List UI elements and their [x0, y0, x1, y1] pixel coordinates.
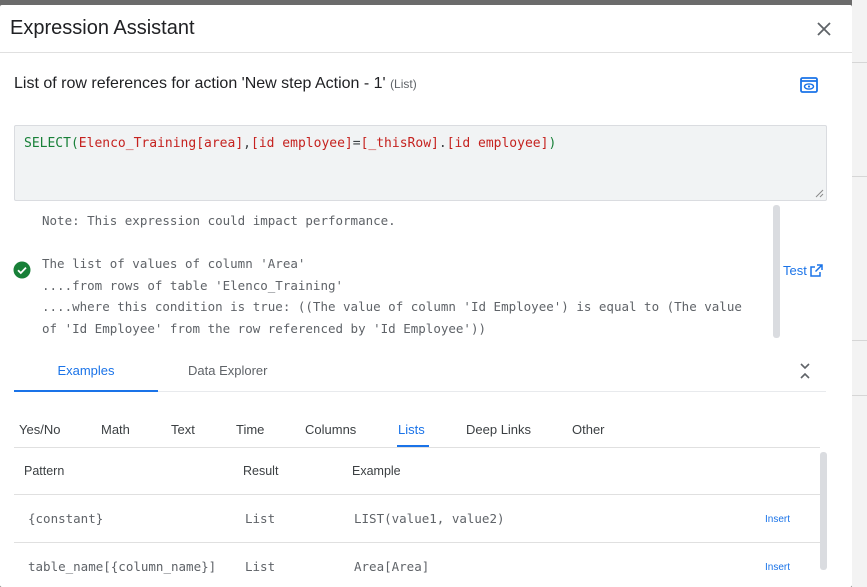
- category-lists[interactable]: Lists: [398, 422, 425, 437]
- table-row: {constant} List LIST(value1, value2) Ins…: [14, 495, 820, 543]
- dialog-title: Expression Assistant: [10, 17, 195, 39]
- divider: [852, 176, 867, 177]
- category-deep-links[interactable]: Deep Links: [466, 422, 531, 437]
- row-example: LIST(value1, value2): [354, 511, 505, 526]
- subtitle-text: List of row references for action 'New s…: [14, 75, 386, 92]
- expression-description: Note: This expression could impact perfo…: [42, 210, 762, 339]
- code-column: [area]: [196, 136, 244, 151]
- table-scrollbar[interactable]: [820, 452, 827, 570]
- desc-line: ....where this condition is true: ((The …: [42, 299, 742, 314]
- collapse-icon[interactable]: [797, 361, 813, 381]
- background-app-edge: [852, 0, 867, 587]
- check-circle-icon: [13, 261, 31, 279]
- test-link[interactable]: Test: [783, 263, 823, 278]
- desc-line: The list of values of column 'Area': [42, 256, 306, 271]
- dialog-header: Expression Assistant: [0, 5, 852, 53]
- expression-editor[interactable]: SELECT(Elenco_Training[area],[id employe…: [14, 125, 827, 201]
- divider: [852, 340, 867, 341]
- insert-button[interactable]: Insert: [765, 562, 790, 573]
- row-result: List: [245, 511, 276, 526]
- tab-examples[interactable]: Examples: [14, 363, 158, 378]
- category-time[interactable]: Time: [236, 422, 264, 437]
- header-pattern: Pattern: [24, 464, 65, 478]
- table-row: table_name[{column_name}] List Area[Area…: [14, 543, 820, 587]
- category-other[interactable]: Other: [572, 422, 605, 437]
- code-column: [id employee]: [251, 136, 353, 151]
- expression-subtitle: List of row references for action 'New s…: [14, 75, 417, 93]
- header-result: Result: [243, 464, 279, 478]
- code-punct: ,: [243, 136, 251, 151]
- row-pattern: table_name[{column_name}]: [28, 559, 217, 574]
- desc-line: of 'Id Employee' from the row referenced…: [42, 320, 487, 336]
- examples-table: Pattern Result Example {constant} List L…: [14, 448, 820, 587]
- code-punct: .: [438, 136, 447, 151]
- description-scrollbar[interactable]: [773, 205, 780, 338]
- code-this-row: [_thisRow]: [360, 136, 439, 151]
- test-label: Test: [783, 263, 807, 278]
- active-tab-indicator: [14, 390, 158, 392]
- tab-data-explorer[interactable]: Data Explorer: [188, 363, 267, 378]
- note-text: Note: This expression could impact perfo…: [42, 213, 396, 228]
- code-column: [id employee]: [446, 136, 549, 151]
- subtitle-type: (List): [390, 77, 417, 91]
- divider: [852, 62, 867, 63]
- code-function-close: ): [548, 136, 557, 151]
- insert-button[interactable]: Insert: [765, 514, 790, 525]
- code-function: SELECT(: [24, 136, 79, 151]
- row-result: List: [245, 559, 276, 574]
- expression-assistant-dialog: Expression Assistant List of row referen…: [0, 5, 852, 587]
- close-icon[interactable]: [812, 17, 836, 41]
- preview-icon[interactable]: [799, 75, 819, 95]
- tab-bar: Examples Data Explorer: [14, 350, 826, 392]
- header-example: Example: [352, 464, 401, 478]
- row-example: Area[Area]: [354, 559, 430, 574]
- resize-grip-icon[interactable]: [815, 189, 824, 198]
- table-header: Pattern Result Example: [14, 448, 820, 495]
- code-table: Elenco_Training: [78, 136, 197, 151]
- desc-line: ....from rows of table 'Elenco_Training': [42, 277, 344, 293]
- row-pattern: {constant}: [28, 511, 104, 526]
- code-operator: =: [352, 136, 361, 151]
- category-columns[interactable]: Columns: [305, 422, 356, 437]
- category-text[interactable]: Text: [171, 422, 195, 437]
- open-in-new-icon: [810, 264, 823, 277]
- category-math[interactable]: Math: [101, 422, 130, 437]
- divider: [852, 395, 867, 396]
- category-yes-no[interactable]: Yes/No: [19, 422, 60, 437]
